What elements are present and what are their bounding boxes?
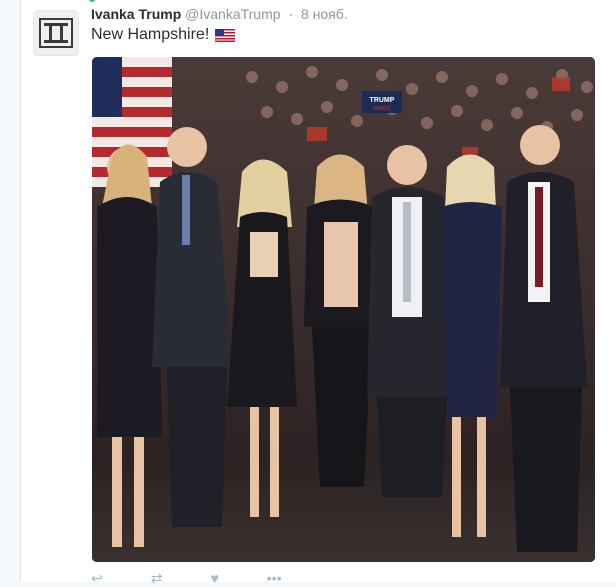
sign-text: TRUMP (370, 97, 395, 104)
avatar[interactable] (33, 10, 79, 56)
separator: · (288, 6, 294, 22)
tweet-card[interactable]: Ivanka Trump @IvankaTrump · 8 нояб. New … (20, 0, 616, 586)
group-photo-image: TRUMP PENCE (92, 57, 595, 562)
heart-icon[interactable]: ♥ (210, 570, 218, 587)
tweet-text: New Hampshire! (91, 26, 236, 44)
tweet-actions: ↩ ⇄ ♥ ••• (91, 570, 282, 587)
author-handle[interactable]: @IvankaTrump (185, 6, 280, 22)
ivanka-logo-icon (39, 18, 73, 48)
author-name[interactable]: Ivanka Trump (91, 6, 181, 22)
more-icon[interactable]: ••• (267, 570, 282, 587)
tweet-photo[interactable]: TRUMP PENCE (92, 57, 595, 562)
sign-subtext: PENCE (373, 106, 391, 112)
retweet-icon[interactable]: ⇄ (151, 570, 163, 587)
us-flag-icon (215, 28, 236, 42)
reply-icon[interactable]: ↩ (91, 570, 103, 587)
tweet-text-content: New Hampshire! (91, 26, 210, 43)
timestamp[interactable]: 8 нояб. (301, 6, 348, 22)
tweet-header: Ivanka Trump @IvankaTrump · 8 нояб. (91, 6, 348, 22)
status-dot (89, 0, 95, 2)
